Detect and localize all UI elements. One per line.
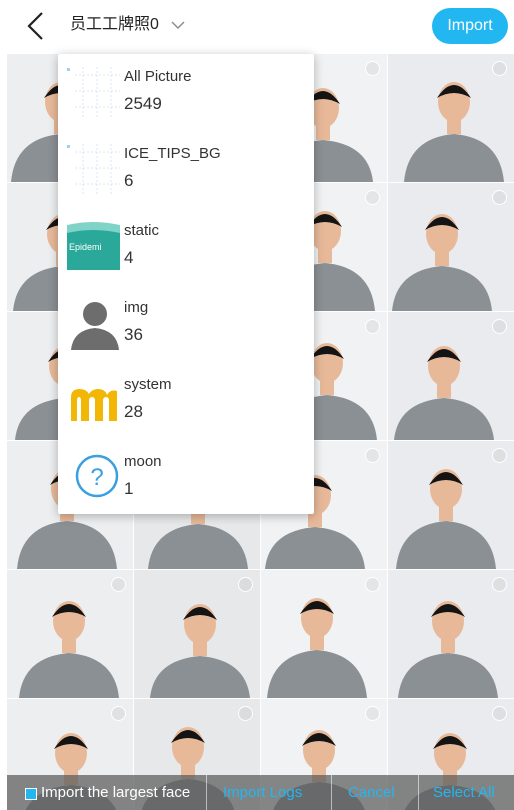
album-name: All Picture <box>124 68 192 85</box>
album-item-img[interactable]: img 36 <box>58 285 314 362</box>
m-logo-icon <box>71 389 117 421</box>
select-circle-icon[interactable] <box>365 577 380 592</box>
chevron-down-icon[interactable] <box>170 17 186 33</box>
back-arrow-icon[interactable] <box>22 10 50 42</box>
select-circle-icon[interactable] <box>365 706 380 721</box>
photo-thumbnail[interactable] <box>388 312 514 440</box>
select-circle-icon[interactable] <box>365 448 380 463</box>
divider <box>206 775 207 810</box>
album-dropdown: All Picture 2549 ICE_TIPS_BG 6 Epidemi s… <box>58 54 314 514</box>
album-item-ice-tips-bg[interactable]: ICE_TIPS_BG 6 <box>58 131 314 208</box>
album-count: 4 <box>124 248 134 267</box>
photo-thumbnail[interactable] <box>388 441 514 569</box>
select-circle-icon[interactable] <box>365 319 380 334</box>
album-name: system <box>124 376 172 393</box>
select-circle-icon[interactable] <box>365 190 380 205</box>
select-circle-icon[interactable] <box>492 61 507 76</box>
bottom-action-bar: Import the largest face Import Logs Canc… <box>7 775 514 810</box>
photo-thumbnail[interactable] <box>388 183 514 311</box>
album-item-system[interactable]: system 28 <box>58 362 314 439</box>
photo-thumbnail[interactable] <box>7 570 133 698</box>
photo-thumbnail[interactable] <box>388 570 514 698</box>
select-circle-icon[interactable] <box>492 448 507 463</box>
album-count: 1 <box>124 479 134 498</box>
album-count: 28 <box>124 402 143 421</box>
select-circle-icon[interactable] <box>238 706 253 721</box>
select-circle-icon[interactable] <box>492 190 507 205</box>
import-logs-button[interactable]: Import Logs <box>223 784 302 801</box>
photo-thumbnail[interactable] <box>134 570 260 698</box>
album-name: ICE_TIPS_BG <box>124 145 221 162</box>
cancel-button[interactable]: Cancel <box>348 784 395 801</box>
grid-thumb-icon <box>67 144 120 196</box>
select-circle-icon[interactable] <box>492 577 507 592</box>
album-count: 6 <box>124 171 134 190</box>
select-circle-icon[interactable] <box>492 319 507 334</box>
album-item-moon[interactable]: ? moon 1 <box>58 439 314 516</box>
album-item-static[interactable]: Epidemi static 4 <box>58 208 314 285</box>
import-button[interactable]: Import <box>432 8 508 44</box>
select-circle-icon[interactable] <box>238 577 253 592</box>
top-bar: 员工工牌照0 Import <box>0 0 514 52</box>
album-selector-title[interactable]: 员工工牌照0 <box>70 14 159 36</box>
photo-thumbnail[interactable] <box>261 570 387 698</box>
album-name: static <box>124 222 160 239</box>
album-name: moon <box>124 453 162 470</box>
select-all-button[interactable]: Select All <box>433 784 495 801</box>
album-item-all-picture[interactable]: All Picture 2549 <box>58 54 314 131</box>
album-count: 36 <box>124 325 143 344</box>
select-circle-icon[interactable] <box>492 706 507 721</box>
largest-face-label[interactable]: Import the largest face <box>41 784 190 801</box>
thumb-text: Epidemi <box>69 242 102 252</box>
album-count: 2549 <box>124 94 162 113</box>
select-circle-icon[interactable] <box>111 706 126 721</box>
person-silhouette-icon <box>71 302 119 350</box>
grid-thumb-icon <box>67 67 120 119</box>
divider <box>331 775 332 810</box>
photo-thumbnail[interactable] <box>388 54 514 182</box>
select-circle-icon[interactable] <box>111 577 126 592</box>
largest-face-checkbox[interactable] <box>25 788 37 800</box>
album-name: img <box>124 299 149 316</box>
epidemic-thumb: Epidemi <box>67 222 120 270</box>
divider <box>418 775 419 810</box>
question-circle-icon: ? <box>75 454 119 498</box>
select-circle-icon[interactable] <box>365 61 380 76</box>
thumb-text: ? <box>90 464 103 491</box>
